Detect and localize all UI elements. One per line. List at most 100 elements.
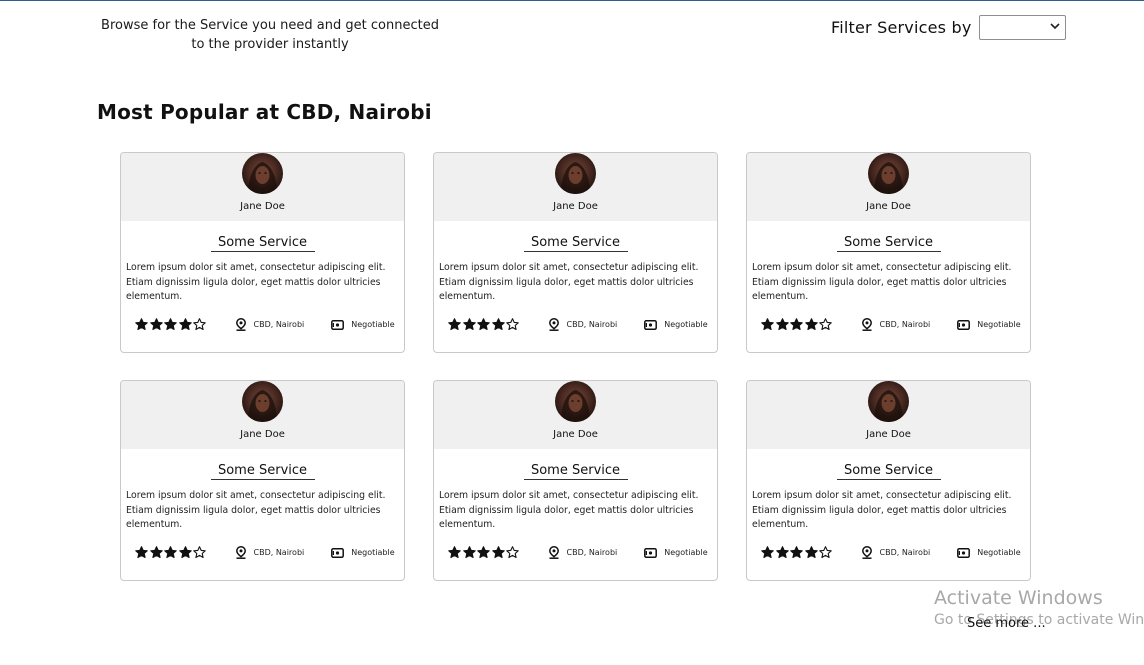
star-outline-icon	[193, 318, 206, 331]
top-border	[0, 0, 1144, 1]
cash-icon	[957, 319, 971, 330]
map-pin-icon	[861, 546, 872, 559]
star-filled-icon	[804, 318, 818, 331]
avatar	[868, 381, 909, 422]
filter-label: Filter Services by	[831, 18, 972, 37]
star-filled-icon	[775, 546, 789, 559]
price: Negotiable	[644, 547, 708, 558]
map-pin-icon	[235, 318, 246, 331]
service-description: Lorem ipsum dolor sit amet, consectetur …	[126, 490, 386, 530]
card-header: Jane Doe	[434, 381, 717, 449]
star-outline-icon	[819, 318, 832, 331]
service-title[interactable]: Some Service	[836, 463, 941, 480]
service-card[interactable]: Jane Doe Some Service Lorem ipsum dolor …	[120, 152, 405, 353]
service-description: Lorem ipsum dolor sit amet, consectetur …	[126, 262, 386, 302]
star-filled-icon	[462, 318, 476, 331]
card-body: Some Service Lorem ipsum dolor sit amet,…	[747, 235, 1030, 332]
star-filled-icon	[135, 318, 148, 331]
star-outline-icon	[506, 318, 519, 331]
service-title[interactable]: Some Service	[836, 235, 941, 252]
card-header: Jane Doe	[747, 381, 1030, 449]
location-text: CBD, Nairobi	[566, 548, 618, 557]
service-card[interactable]: Jane Doe Some Service Lorem ipsum dolor …	[746, 380, 1031, 581]
star-filled-icon	[761, 546, 774, 559]
star-rating	[448, 546, 521, 559]
service-title[interactable]: Some Service	[210, 463, 315, 480]
see-more-link[interactable]: See more ...	[967, 616, 1046, 631]
avatar	[242, 381, 283, 422]
star-filled-icon	[149, 318, 163, 331]
cash-icon	[331, 547, 345, 558]
section-title: Most Popular at CBD, Nairobi	[97, 100, 432, 124]
star-filled-icon	[804, 546, 818, 559]
service-card[interactable]: Jane Doe Some Service Lorem ipsum dolor …	[120, 380, 405, 581]
chevron-down-icon	[1049, 23, 1060, 30]
card-meta: CBD, Nairobi Negotiable	[439, 318, 712, 332]
price-text: Negotiable	[977, 320, 1021, 329]
price: Negotiable	[957, 547, 1021, 558]
service-description: Lorem ipsum dolor sit amet, consectetur …	[439, 262, 699, 302]
service-title[interactable]: Some Service	[523, 463, 628, 480]
price: Negotiable	[331, 319, 395, 330]
card-body: Some Service Lorem ipsum dolor sit amet,…	[434, 463, 717, 560]
star-filled-icon	[491, 546, 505, 559]
card-body: Some Service Lorem ipsum dolor sit amet,…	[434, 235, 717, 332]
card-header: Jane Doe	[121, 381, 404, 449]
card-header: Jane Doe	[121, 153, 404, 221]
service-description: Lorem ipsum dolor sit amet, consectetur …	[752, 490, 1012, 530]
star-filled-icon	[135, 546, 148, 559]
card-meta: CBD, Nairobi Negotiable	[126, 546, 399, 560]
card-body: Some Service Lorem ipsum dolor sit amet,…	[747, 463, 1030, 560]
location-text: CBD, Nairobi	[879, 320, 931, 329]
star-filled-icon	[164, 546, 177, 559]
star-filled-icon	[477, 318, 490, 331]
star-rating	[135, 546, 208, 559]
avatar	[555, 381, 596, 422]
service-description: Lorem ipsum dolor sit amet, consectetur …	[752, 262, 1012, 302]
page-tagline: Browse for the Service you need and get …	[101, 18, 439, 52]
avatar	[242, 153, 283, 194]
service-title[interactable]: Some Service	[210, 235, 315, 252]
service-card[interactable]: Jane Doe Some Service Lorem ipsum dolor …	[433, 152, 718, 353]
card-meta: CBD, Nairobi Negotiable	[752, 546, 1025, 560]
star-filled-icon	[178, 546, 192, 559]
provider-name: Jane Doe	[553, 201, 598, 212]
star-filled-icon	[448, 546, 461, 559]
provider-name: Jane Doe	[240, 429, 285, 440]
star-filled-icon	[761, 318, 774, 331]
service-title[interactable]: Some Service	[523, 235, 628, 252]
location: CBD, Nairobi	[861, 318, 931, 331]
card-header: Jane Doe	[434, 153, 717, 221]
star-rating	[761, 318, 834, 331]
price-text: Negotiable	[351, 548, 395, 557]
cash-icon	[957, 547, 971, 558]
service-card-grid: Jane Doe Some Service Lorem ipsum dolor …	[120, 152, 1031, 581]
location: CBD, Nairobi	[235, 318, 304, 331]
location: CBD, Nairobi	[235, 546, 305, 559]
service-card[interactable]: Jane Doe Some Service Lorem ipsum dolor …	[746, 152, 1031, 353]
location-text: CBD, Nairobi	[566, 320, 618, 329]
provider-name: Jane Doe	[553, 429, 598, 440]
filter-select[interactable]	[978, 15, 1066, 40]
star-filled-icon	[448, 318, 461, 331]
star-outline-icon	[819, 546, 832, 559]
star-filled-icon	[149, 546, 163, 559]
price-text: Negotiable	[664, 320, 708, 329]
price: Negotiable	[331, 547, 395, 558]
map-pin-icon	[861, 318, 872, 331]
avatar	[868, 153, 909, 194]
location: CBD, Nairobi	[861, 546, 930, 559]
cash-icon	[644, 547, 658, 558]
provider-name: Jane Doe	[866, 429, 911, 440]
service-description: Lorem ipsum dolor sit amet, consectetur …	[439, 490, 699, 530]
map-pin-icon	[548, 546, 559, 559]
star-filled-icon	[491, 318, 505, 331]
star-rating	[448, 318, 521, 331]
cash-icon	[644, 319, 658, 330]
star-rating	[135, 318, 208, 331]
avatar	[555, 153, 596, 194]
star-filled-icon	[790, 546, 803, 559]
card-meta: CBD, Nairobi Negotiable	[439, 546, 712, 560]
service-card[interactable]: Jane Doe Some Service Lorem ipsum dolor …	[433, 380, 718, 581]
location-text: CBD, Nairobi	[253, 548, 305, 557]
